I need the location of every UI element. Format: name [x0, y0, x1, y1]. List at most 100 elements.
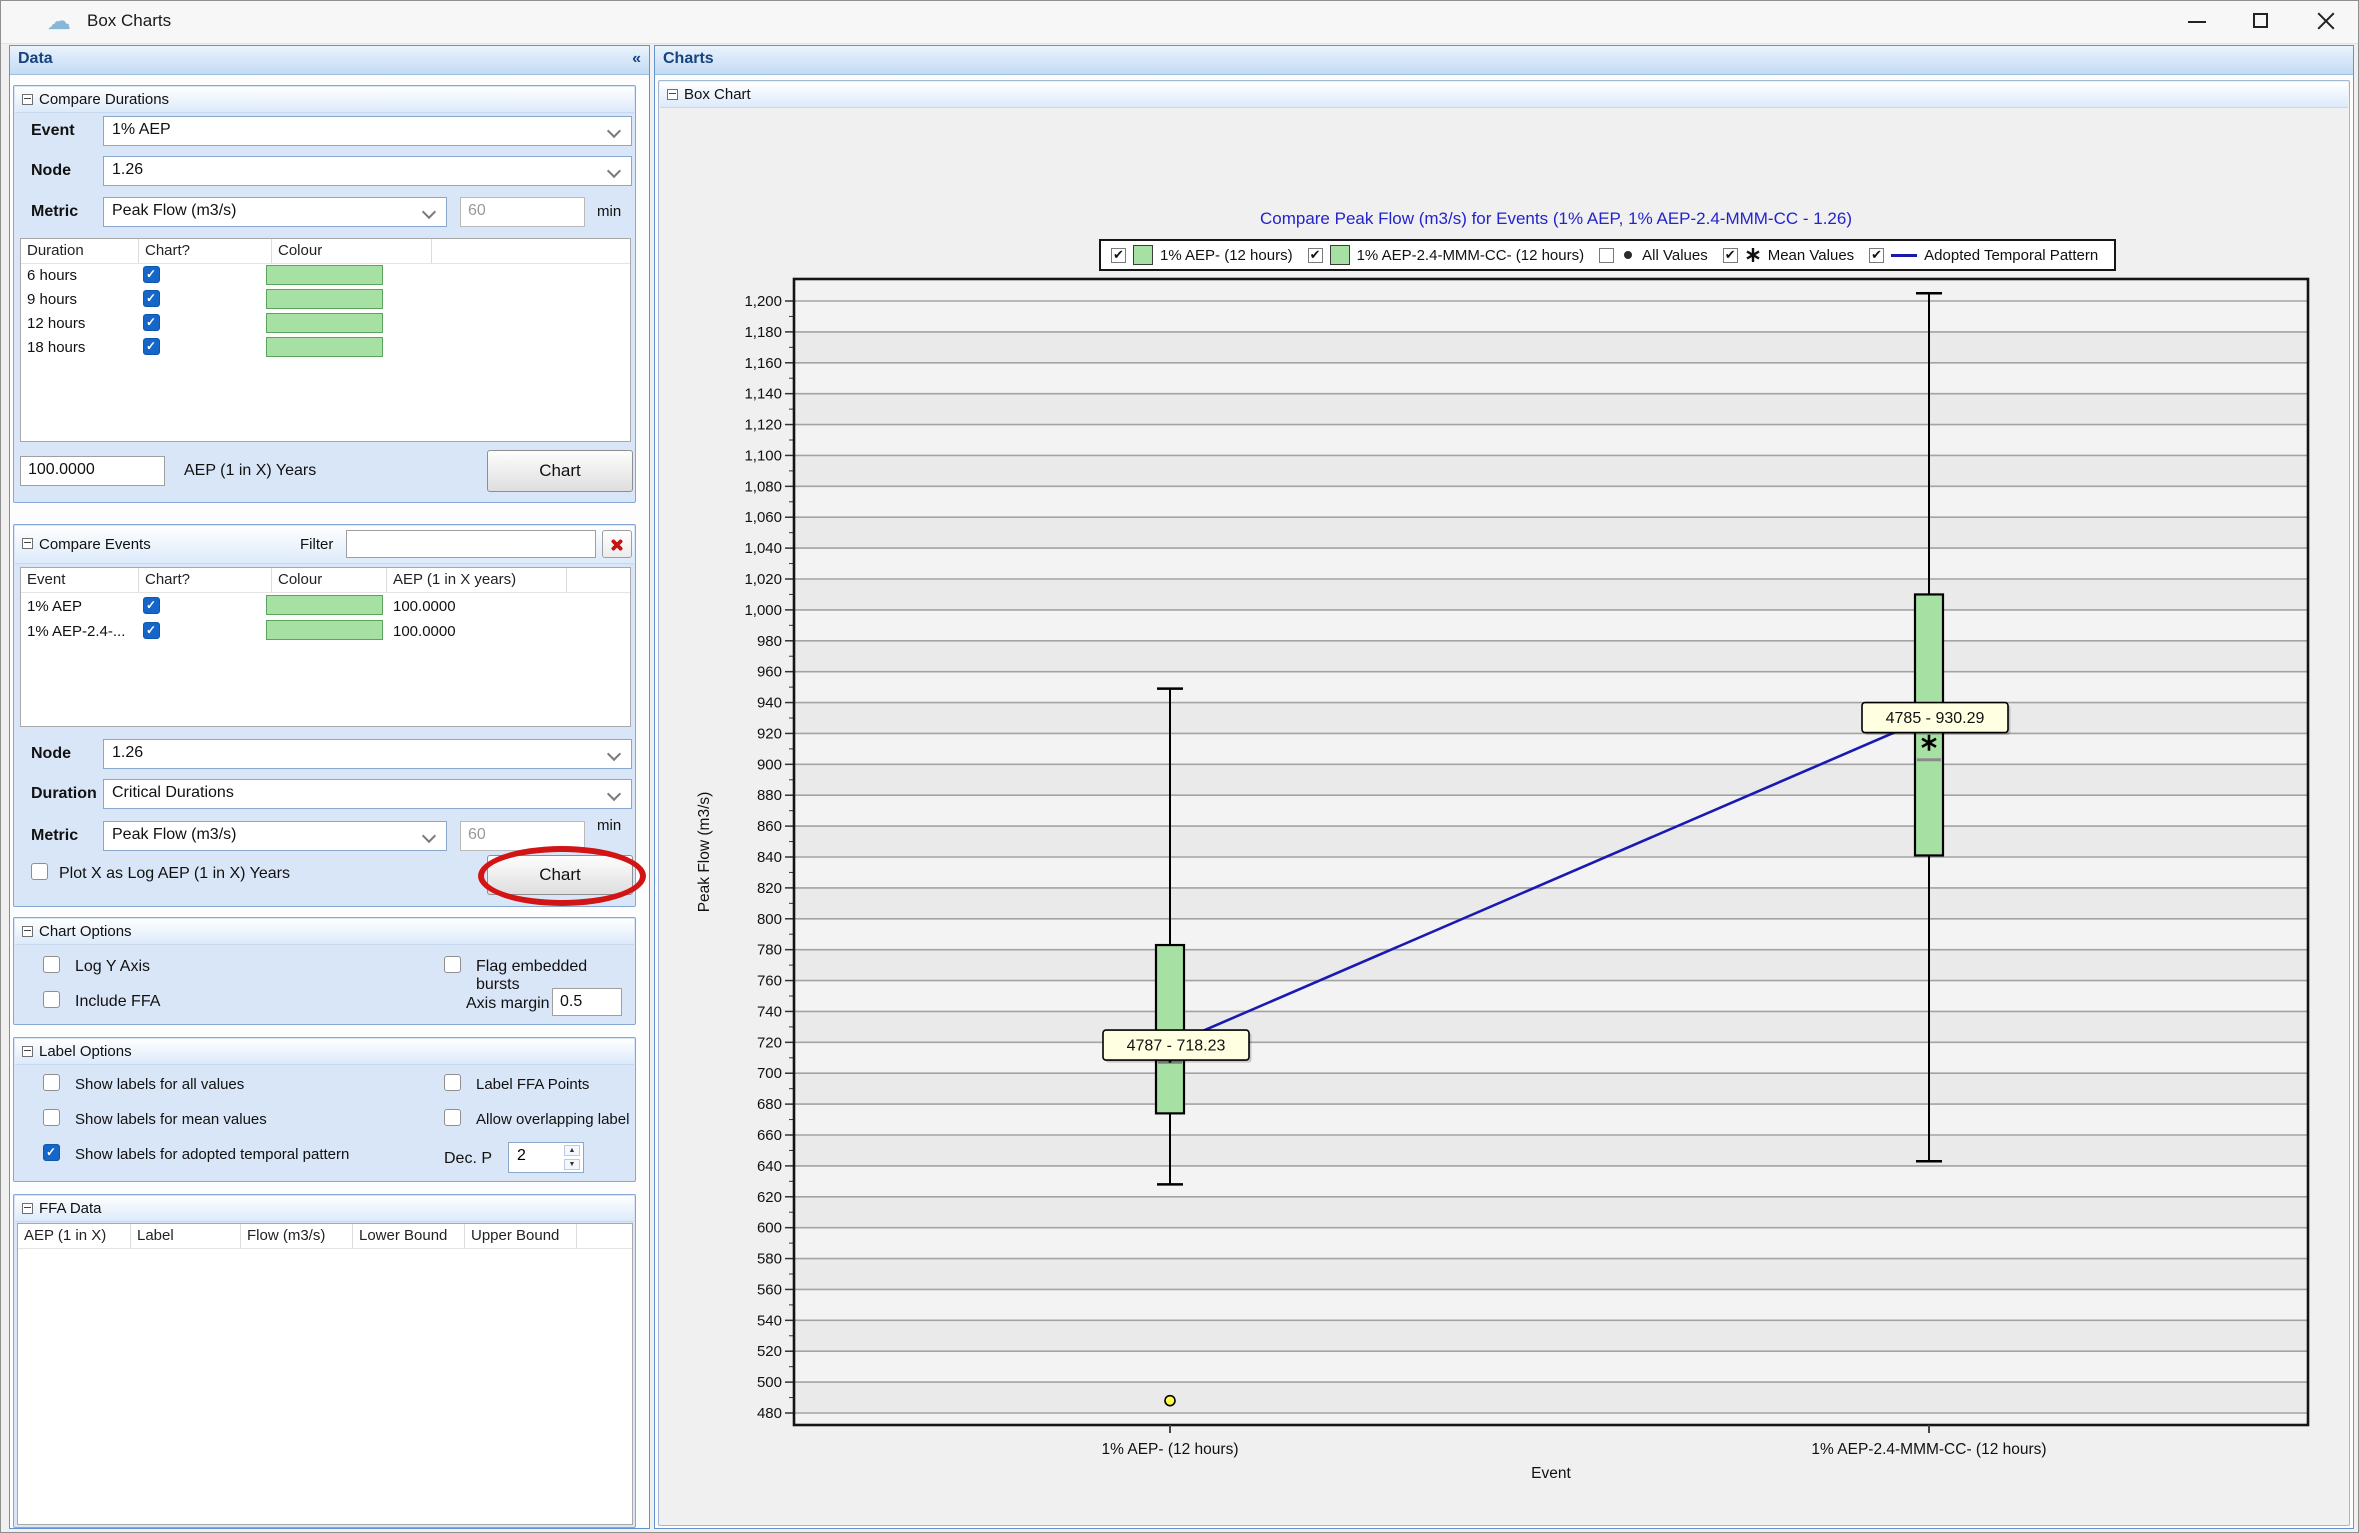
dec-p-value: 2 [517, 1147, 526, 1164]
minimize-button[interactable] [2166, 1, 2230, 42]
data-panel-title: Data [18, 50, 53, 67]
column-header: AEP (1 in X) [18, 1224, 131, 1248]
data-panel: Data « Compare Durations Event 1% AEP No… [9, 45, 650, 1529]
show-atp-labels-checkbox[interactable] [43, 1144, 60, 1161]
node-value: 1.26 [112, 744, 143, 761]
data-panel-header: Data « [10, 46, 649, 75]
box-chart-group: Box Chart Compare Peak Flow (m3/s) for E… [658, 80, 2350, 1526]
spinner-up-icon[interactable]: ▲ [564, 1145, 580, 1156]
show-mean-values-checkbox[interactable] [43, 1109, 60, 1126]
show-all-values-checkbox[interactable] [43, 1074, 60, 1091]
log-y-axis-checkbox[interactable] [43, 956, 60, 973]
header-rule [21, 592, 630, 593]
duration-select[interactable]: Critical Durations [103, 779, 632, 809]
plot-x-log-label: Plot X as Log AEP (1 in X) Years [59, 865, 290, 883]
durations-chart-button[interactable]: Chart [487, 450, 633, 492]
column-header: Lower Bound [353, 1224, 465, 1248]
column-header: Duration [21, 239, 139, 263]
column-header: AEP (1 in X years) [387, 568, 567, 592]
axis-margin-input[interactable]: 0.5 [552, 988, 622, 1016]
node-value: 1.26 [112, 161, 143, 178]
metric-minutes-input[interactable]: 60 [460, 197, 585, 227]
node-select[interactable]: 1.26 [103, 739, 632, 769]
collapse-panel-button[interactable]: « [632, 50, 641, 68]
event-colour-swatch[interactable] [266, 620, 383, 640]
collapse-group-icon[interactable] [667, 89, 678, 100]
legend-item: Adopted Temporal Pattern [1869, 247, 2098, 264]
legend-label: 1% AEP- (12 hours) [1160, 247, 1293, 264]
spinner-down-icon[interactable]: ▼ [564, 1159, 580, 1170]
aep-years-input[interactable]: 100.0000 [20, 456, 165, 486]
header-rule [18, 1248, 632, 1249]
show-atp-labels-label: Show labels for adopted temporal pattern [75, 1146, 349, 1163]
charts-panel-title: Charts [663, 50, 714, 67]
event-chart-checkbox[interactable] [143, 622, 160, 639]
metric-select[interactable]: Peak Flow (m3/s) [103, 197, 447, 227]
legend-checkbox[interactable] [1111, 248, 1126, 263]
compare-durations-header[interactable]: Compare Durations [15, 87, 634, 113]
duration-chart-checkbox[interactable] [143, 314, 160, 331]
chart-options-header[interactable]: Chart Options [15, 919, 634, 945]
ffa-table: AEP (1 in X)LabelFlow (m3/s)Lower BoundU… [17, 1223, 633, 1525]
legend-item: 1% AEP-2.4-MMM-CC- (12 hours) [1308, 245, 1585, 265]
legend-checkbox[interactable] [1723, 248, 1738, 263]
duration-chart-checkbox[interactable] [143, 290, 160, 307]
metric-select[interactable]: Peak Flow (m3/s) [103, 821, 447, 851]
duration-cell: 6 hours [27, 267, 77, 284]
event-select[interactable]: 1% AEP [103, 116, 632, 146]
events-table: EventChart?ColourAEP (1 in X years)1% AE… [20, 567, 631, 727]
show-all-values-label: Show labels for all values [75, 1076, 244, 1093]
duration-colour-swatch[interactable] [266, 337, 383, 357]
header-rule [21, 263, 630, 264]
chart-options-title: Chart Options [39, 923, 132, 940]
dec-p-label: Dec. P [444, 1150, 492, 1168]
charts-panel-header: Charts [655, 46, 2353, 75]
close-button[interactable] [2294, 1, 2358, 42]
box-chart-header[interactable]: Box Chart [660, 82, 2348, 108]
event-colour-swatch[interactable] [266, 595, 383, 615]
legend-checkbox[interactable] [1308, 248, 1323, 263]
event-chart-checkbox[interactable] [143, 597, 160, 614]
line-marker-icon [1891, 254, 1917, 257]
duration-chart-checkbox[interactable] [143, 266, 160, 283]
maximize-button[interactable] [2230, 1, 2294, 42]
collapse-group-icon[interactable] [22, 926, 33, 937]
include-ffa-label: Include FFA [75, 993, 160, 1011]
include-ffa-checkbox[interactable] [43, 991, 60, 1008]
flag-bursts-checkbox[interactable] [444, 956, 461, 973]
allow-overlap-checkbox[interactable] [444, 1109, 461, 1126]
collapse-group-icon[interactable] [22, 94, 33, 105]
label-ffa-points-checkbox[interactable] [444, 1074, 461, 1091]
series-swatch-icon [1133, 245, 1153, 265]
duration-colour-swatch[interactable] [266, 289, 383, 309]
legend-checkbox[interactable] [1599, 248, 1614, 263]
duration-chart-checkbox[interactable] [143, 338, 160, 355]
ffa-data-title: FFA Data [39, 1200, 102, 1217]
aep-years-label: AEP (1 in X) Years [184, 462, 316, 480]
collapse-group-icon[interactable] [22, 1046, 33, 1057]
label-options-title: Label Options [39, 1043, 132, 1060]
collapse-group-icon[interactable] [22, 1203, 33, 1214]
dec-p-spinner[interactable]: 2 ▲ ▼ [508, 1142, 584, 1173]
plot-x-log-checkbox[interactable] [31, 863, 48, 880]
filter-label: Filter [300, 536, 333, 553]
node-select[interactable]: 1.26 [103, 156, 632, 186]
label-ffa-points-label: Label FFA Points [476, 1076, 589, 1093]
column-header: Flow (m3/s) [241, 1224, 353, 1248]
show-mean-values-label: Show labels for mean values [75, 1111, 267, 1128]
filter-input[interactable] [346, 530, 596, 558]
title-bar: ☁ Box Charts [1, 1, 2358, 44]
collapse-group-icon[interactable] [22, 538, 33, 549]
event-cell: 1% AEP [27, 598, 82, 615]
ffa-data-header[interactable]: FFA Data [15, 1196, 634, 1222]
legend-checkbox[interactable] [1869, 248, 1884, 263]
clear-filter-button[interactable] [602, 530, 632, 558]
event-aep-cell: 100.0000 [393, 623, 456, 640]
duration-colour-swatch[interactable] [266, 265, 383, 285]
label-options-header[interactable]: Label Options [15, 1039, 634, 1065]
duration-colour-swatch[interactable] [266, 313, 383, 333]
compare-durations-group: Compare Durations Event 1% AEP Node 1.26… [13, 85, 636, 503]
duration-cell: 12 hours [27, 315, 85, 332]
allow-overlap-label: Allow overlapping label [476, 1111, 629, 1128]
duration-cell: 18 hours [27, 339, 85, 356]
